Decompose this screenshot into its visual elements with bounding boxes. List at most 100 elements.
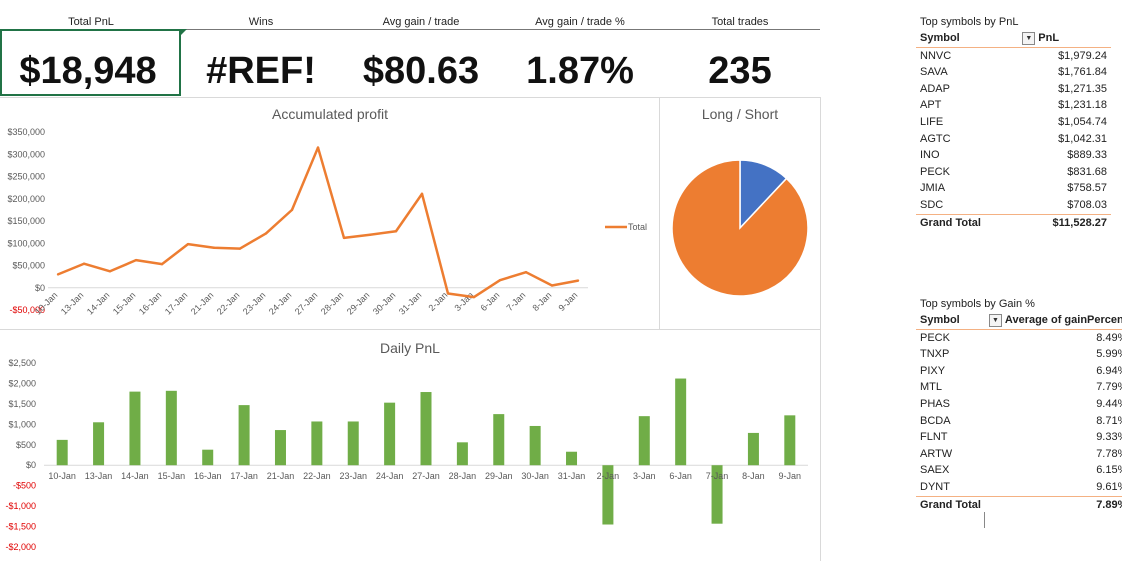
data-point[interactable]	[82, 262, 86, 265]
y-tick-label: $50,000	[12, 261, 45, 271]
bar[interactable]	[675, 378, 687, 466]
filter-dropdown-icon[interactable]: ▼	[988, 313, 1002, 327]
long-short-pie-chart[interactable]: Long / Short	[660, 98, 820, 329]
kpi-label-avg-gain: Avg gain / trade	[382, 16, 460, 28]
data-point[interactable]	[498, 278, 502, 282]
daily-pnl-chart[interactable]: Daily PnL $2,500 $2,000 $1,500 $1,000 $500 $0…	[0, 330, 820, 561]
bar[interactable]	[311, 421, 323, 466]
pivot-value-cell[interactable]: 5.99%	[985, 346, 1122, 363]
pivot-symbol-cell[interactable]: DYNT	[916, 479, 985, 496]
pivot-value-cell[interactable]: 9.44%	[985, 396, 1122, 413]
pivot-value-cell[interactable]: $889.33	[1018, 147, 1111, 164]
pivot-row: SAEX6.15%	[916, 462, 1122, 479]
kpi-avg-gain-pct: 1.87%	[526, 50, 634, 92]
pivot-symbol-cell[interactable]: PHAS	[916, 396, 985, 413]
bar[interactable]	[56, 439, 68, 466]
data-point[interactable]	[576, 279, 580, 282]
pivot-value-cell[interactable]: 6.94%	[985, 363, 1122, 380]
bar[interactable]	[347, 421, 359, 466]
pivot-value-cell[interactable]: 6.15%	[985, 462, 1122, 479]
pivot-symbol-cell[interactable]: SAVA	[916, 64, 1018, 81]
data-point[interactable]	[368, 233, 372, 236]
y-tick-label: $1,500	[8, 399, 36, 409]
pivot-row: LIFE $1,054.74	[916, 114, 1111, 131]
kpi-label-total-trades: Total trades	[711, 16, 769, 28]
pivot-value-cell[interactable]: 9.61%	[985, 479, 1122, 496]
data-point[interactable]	[446, 292, 450, 295]
bar[interactable]	[202, 449, 214, 466]
bar[interactable]	[420, 392, 432, 466]
pivot-symbol-cell[interactable]: BCDA	[916, 413, 985, 430]
bar[interactable]	[384, 402, 396, 466]
pivot-symbol-cell[interactable]: SAEX	[916, 462, 985, 479]
data-point[interactable]	[212, 246, 216, 249]
bar[interactable]	[638, 416, 650, 466]
x-tick-label: 3-Jan	[633, 471, 656, 481]
bar[interactable]	[165, 390, 177, 466]
pivot-value-cell[interactable]: 7.78%	[985, 446, 1122, 463]
pivot-symbol-cell[interactable]: INO	[916, 147, 1018, 164]
data-point[interactable]	[56, 273, 60, 276]
pie-slice[interactable]	[671, 159, 809, 297]
pivot-value-cell[interactable]: $1,761.84	[1018, 64, 1111, 81]
data-point[interactable]	[316, 146, 320, 149]
pivot-value-cell[interactable]: $831.68	[1018, 164, 1111, 181]
bar[interactable]	[493, 414, 505, 466]
pivot-symbol-cell[interactable]: PIXY	[916, 363, 985, 380]
pivot-symbol-cell[interactable]: NNVC	[916, 47, 1018, 64]
bar[interactable]	[93, 422, 105, 466]
pivot-value-cell[interactable]: $1,231.18	[1018, 97, 1111, 114]
pivot-value-cell[interactable]: $708.03	[1018, 197, 1111, 214]
pivot-value-cell[interactable]: $1,054.74	[1018, 114, 1111, 131]
x-tick-label: 30-Jan	[371, 290, 398, 317]
bar[interactable]	[784, 415, 796, 466]
data-point[interactable]	[186, 242, 190, 246]
accumulated-profit-chart[interactable]: Accumulated profit $350,000 $300,000 $250,…	[0, 98, 659, 329]
bar[interactable]	[129, 391, 141, 466]
bar[interactable]	[456, 442, 468, 466]
pivot-value-cell[interactable]: 9.33%	[985, 429, 1122, 446]
pivot-value-cell[interactable]: 8.71%	[985, 413, 1122, 430]
pivot-symbol-cell[interactable]: AGTC	[916, 131, 1018, 148]
pivot-symbol-cell[interactable]: PECK	[916, 329, 985, 346]
data-point[interactable]	[238, 247, 242, 250]
data-point[interactable]	[160, 262, 164, 266]
pivot-symbol-cell[interactable]: TNXP	[916, 346, 985, 363]
data-point[interactable]	[550, 284, 554, 287]
pivot-value-cell[interactable]: $758.57	[1018, 180, 1111, 197]
pivot-total-label: Grand Total	[916, 213, 1019, 232]
bar[interactable]	[747, 432, 759, 466]
x-tick-label: 29-Jan	[345, 290, 372, 317]
pivot-symbol-cell[interactable]: ADAP	[916, 81, 1018, 98]
pivot-value-cell[interactable]: $1,979.24	[1018, 47, 1111, 64]
data-point[interactable]	[524, 270, 528, 274]
pivot-symbol-cell[interactable]: LIFE	[916, 114, 1018, 131]
data-point[interactable]	[108, 270, 112, 273]
pivot-symbol-cell[interactable]: APT	[916, 97, 1018, 114]
data-point[interactable]	[420, 192, 424, 196]
series-line-total[interactable]	[57, 146, 579, 299]
bar[interactable]	[274, 430, 286, 466]
pivot-row: DYNT9.61%	[916, 479, 1122, 496]
pivot-symbol-cell[interactable]: MTL	[916, 379, 985, 396]
data-point[interactable]	[290, 208, 294, 212]
pivot-symbol-cell[interactable]: SDC	[916, 197, 1018, 214]
data-point[interactable]	[342, 236, 346, 240]
pivot-value-cell[interactable]: $1,042.31	[1018, 131, 1111, 148]
pivot-symbol-cell[interactable]: ARTW	[916, 446, 985, 463]
bar[interactable]	[529, 425, 541, 466]
pivot-symbol-cell[interactable]: JMIA	[916, 180, 1018, 197]
filter-dropdown-icon[interactable]: ▼	[1022, 31, 1036, 45]
pivot-value-cell[interactable]: 7.79%	[985, 379, 1122, 396]
data-point[interactable]	[394, 230, 398, 233]
data-point[interactable]	[134, 258, 138, 262]
data-point[interactable]	[472, 295, 476, 299]
x-tick-label: 2-Jan	[426, 290, 449, 313]
pivot-symbol-cell[interactable]: PECK	[916, 164, 1018, 181]
data-point[interactable]	[264, 232, 268, 235]
pivot-value-cell[interactable]: 8.49%	[985, 329, 1122, 346]
pivot-symbol-cell[interactable]: FLNT	[916, 429, 985, 446]
bar[interactable]	[238, 405, 250, 466]
pivot-value-cell[interactable]: $1,271.35	[1018, 81, 1111, 98]
bar[interactable]	[566, 451, 578, 466]
